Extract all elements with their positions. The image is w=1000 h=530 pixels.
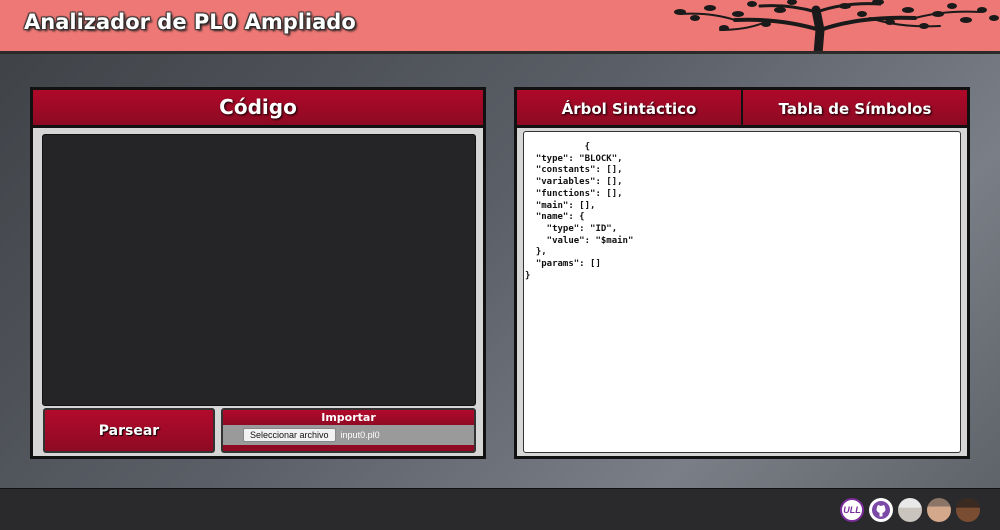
avatar-1[interactable] xyxy=(898,498,922,522)
editor-panel: Código Parsear Importar Seleccionar arch… xyxy=(30,87,486,459)
avatar-2[interactable] xyxy=(927,498,951,522)
app-header: Analizador de PL0 Ampliado xyxy=(0,0,1000,54)
ull-logo-icon[interactable]: ULL xyxy=(840,498,864,522)
file-name: input0.pl0 xyxy=(340,430,380,440)
choose-file-button[interactable]: Seleccionar archivo xyxy=(243,428,336,442)
page-title: Analizador de PL0 Ampliado xyxy=(24,10,356,34)
code-editor[interactable] xyxy=(42,134,476,406)
editor-title: Código xyxy=(219,95,297,119)
tab-symbol-table[interactable]: Tabla de Símbolos xyxy=(741,90,967,125)
avatar-3[interactable] xyxy=(956,498,980,522)
footer-icons: ULL xyxy=(840,498,980,522)
import-box: Importar Seleccionar archivo input0.pl0 xyxy=(221,408,476,453)
tree-logo-icon xyxy=(674,0,999,51)
import-title: Importar xyxy=(223,410,474,425)
editor-header: Código xyxy=(33,90,483,128)
output-area[interactable]: { "type": "BLOCK", "constants": [], "var… xyxy=(523,131,961,453)
tab-syntax-tree[interactable]: Árbol Sintáctico xyxy=(517,90,741,125)
results-panel: Árbol Sintáctico Tabla de Símbolos { "ty… xyxy=(514,87,970,459)
footer: ULL xyxy=(0,488,1000,530)
file-input: Seleccionar archivo input0.pl0 xyxy=(223,425,474,445)
github-icon[interactable] xyxy=(869,498,893,522)
syntax-tree-output: { "type": "BLOCK", "constants": [], "var… xyxy=(525,142,634,281)
parse-button[interactable]: Parsear xyxy=(43,408,215,453)
results-tabs: Árbol Sintáctico Tabla de Símbolos xyxy=(517,90,967,128)
